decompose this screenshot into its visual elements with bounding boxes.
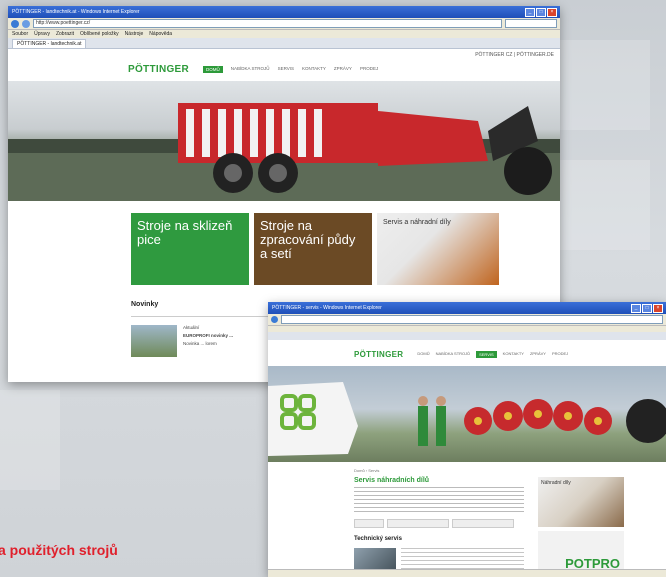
menu-bar: Soubor Úpravy Zobrazit Oblíbené položky … [8, 30, 560, 38]
nav-item-contacts[interactable]: KONTAKTY [503, 351, 524, 358]
news-body: Novinka ... lorem [183, 341, 217, 346]
menu-item[interactable]: Oblíbené položky [80, 30, 119, 38]
close-icon[interactable]: × [547, 8, 557, 17]
menu-item[interactable]: Úpravy [34, 30, 50, 38]
tile-forage[interactable]: Stroje na sklizeň pice [131, 213, 249, 285]
nav-item-news[interactable]: ZPRÁVY [334, 66, 352, 73]
window-titlebar: PÖTTINGER - landtechnik.at - Windows Int… [8, 6, 560, 18]
tile-service[interactable]: Servis a náhradní díly [377, 213, 499, 285]
menu-item[interactable]: Nástroje [125, 30, 144, 38]
hero-banner [8, 81, 560, 201]
maximize-icon[interactable]: □ [536, 8, 546, 17]
page-viewport: PÖTTINGER DOMŮ NABÍDKA STROJŮ SERVIS KON… [268, 340, 666, 577]
back-icon[interactable] [271, 316, 278, 323]
filter-buttons [354, 519, 524, 528]
site-header: PÖTTINGER DOMŮ NABÍDKA STROJŮ SERVIS KON… [8, 60, 560, 78]
background-square [560, 160, 650, 250]
main-nav: DOMŮ NABÍDKA STROJŮ SERVIS KONTAKTY ZPRÁ… [203, 65, 378, 73]
content-row: Servis náhradních dílů Technický servis … [354, 477, 666, 577]
news-title: Aktuální [183, 325, 200, 330]
search-input[interactable] [505, 19, 557, 28]
minimize-icon[interactable]: _ [525, 8, 535, 17]
window-titlebar: PÖTTINGER - servis - Windows Internet Ex… [268, 302, 666, 314]
window-title: PÖTTINGER - servis - Windows Internet Ex… [272, 305, 382, 311]
minimize-icon[interactable]: _ [631, 304, 641, 313]
forward-icon[interactable] [22, 19, 30, 28]
nav-item-home[interactable]: DOMŮ [417, 351, 429, 358]
window-title: PÖTTINGER - landtechnik.at - Windows Int… [12, 9, 140, 15]
category-tiles: Stroje na sklizeň pice Stroje na zpracov… [131, 213, 560, 285]
nav-item-sales[interactable]: PRODEJ [360, 66, 378, 73]
address-bar: http://www.poettinger.cz/ [8, 18, 560, 30]
main-nav: DOMŮ NABÍDKA STROJŮ SERVIS KONTAKTY ZPRÁ… [417, 350, 568, 358]
sidebar: Náhradní díly POTPRO [538, 477, 624, 577]
poettinger-logo[interactable]: PÖTTINGER [128, 64, 189, 75]
service-hero-image [268, 382, 666, 456]
back-icon[interactable] [11, 19, 19, 28]
site-header: PÖTTINGER DOMŮ NABÍDKA STROJŮ SERVIS KON… [268, 346, 666, 362]
nav-item-service[interactable]: SERVIS [278, 66, 294, 73]
browser-window-service: PÖTTINGER - servis - Windows Internet Ex… [268, 302, 666, 577]
section-heading: Technický servis [354, 536, 402, 542]
breadcrumb[interactable]: Domů › Servis [354, 468, 666, 473]
background-square [0, 390, 60, 490]
status-bar [268, 569, 666, 577]
close-icon[interactable]: × [653, 304, 663, 313]
filter-button[interactable] [452, 519, 514, 528]
side-box-parts[interactable]: Náhradní díly [538, 477, 624, 527]
body-text [354, 487, 524, 515]
nav-item-home[interactable]: DOMŮ [203, 65, 223, 73]
filter-button[interactable] [387, 519, 449, 528]
browser-tab[interactable]: PÖTTINGER - landtechnik.at [12, 39, 87, 48]
nav-item-sales[interactable]: PRODEJ [552, 351, 568, 358]
menu-item[interactable]: Zobrazit [56, 30, 74, 38]
nav-item-service[interactable]: SERVIS [476, 350, 497, 358]
hero-banner [268, 366, 666, 462]
poettinger-logo[interactable]: PÖTTINGER [354, 350, 403, 359]
maximize-icon[interactable]: □ [642, 304, 652, 313]
nav-item-contacts[interactable]: KONTAKTY [302, 66, 326, 73]
url-input[interactable]: http://www.poettinger.cz/ [33, 19, 502, 28]
url-input[interactable] [281, 315, 663, 324]
nav-item-machines[interactable]: NABÍDKA STROJŮ [436, 351, 470, 358]
background-square [560, 40, 650, 130]
tile-soil[interactable]: Stroje na zpracování půdy a setí [254, 213, 372, 285]
news-thumbnail [131, 325, 177, 357]
menu-item[interactable]: Soubor [12, 30, 28, 38]
filter-button[interactable] [354, 519, 384, 528]
page-caption: a použitých strojů [0, 542, 118, 558]
news-subtitle: EUROPROFI novinky ... [183, 333, 234, 338]
nav-item-machines[interactable]: NABÍDKA STROJŮ [231, 66, 270, 73]
address-bar [268, 314, 666, 326]
tab-bar: PÖTTINGER - landtechnik.at [8, 38, 560, 49]
forage-wagon-image [8, 103, 560, 201]
top-links[interactable]: PÖTTINGER CZ | PÖTTINGER.DE [8, 50, 560, 60]
nav-item-news[interactable]: ZPRÁVY [530, 351, 546, 358]
divider [131, 316, 271, 317]
menu-item[interactable]: Nápověda [149, 30, 172, 38]
page-heading: Servis náhradních dílů [354, 477, 430, 484]
